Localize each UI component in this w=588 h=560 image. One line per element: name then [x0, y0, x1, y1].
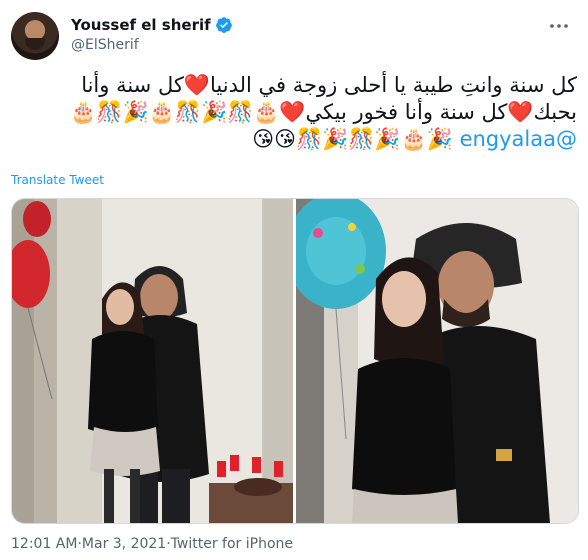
tweet-header: Youssef el sherif @ElSherif — [11, 12, 571, 60]
tweet-line: بحبك❤️كل سنة وأنا فخور بيكي❤️🎂🎊🎉🎊🎂🎉🎊🎂 — [70, 100, 577, 124]
more-options-icon[interactable] — [547, 16, 571, 36]
tweet-text: كل سنة وانتِ طيبة يا أحلى زوجة في الدنيا… — [11, 72, 577, 153]
handle[interactable]: @ElSherif — [71, 37, 139, 53]
avatar[interactable] — [11, 12, 59, 60]
tweet-meta: 12:01 AM · Mar 3, 2021 · Twitter for iPh… — [11, 536, 293, 552]
media-grid — [11, 198, 579, 524]
translate-tweet-link[interactable]: Translate Tweet — [11, 173, 104, 187]
tweet-line: كل سنة وانتِ طيبة يا أحلى زوجة في الدنيا… — [81, 73, 577, 97]
tweet-line: @engyalaa 🎉🎂🎉🎊🎉🎊😘😘 — [11, 126, 577, 153]
photo-1-illustration — [12, 199, 293, 523]
photo-2-illustration — [296, 199, 550, 523]
tweet-time[interactable]: 12:01 AM — [11, 536, 77, 552]
name-row: Youssef el sherif — [71, 16, 233, 34]
photo-1[interactable] — [12, 199, 293, 523]
tweet-source[interactable]: Twitter for iPhone — [171, 536, 293, 552]
tweet-emojis: 🎉🎂🎉🎊🎉🎊😘😘 — [252, 127, 453, 151]
display-name[interactable]: Youssef el sherif — [71, 16, 211, 34]
verified-badge-icon — [215, 17, 232, 33]
photo-2[interactable] — [296, 199, 578, 523]
mention-link[interactable]: @engyalaa — [460, 127, 577, 151]
tweet-date[interactable]: Mar 3, 2021 — [82, 536, 166, 552]
